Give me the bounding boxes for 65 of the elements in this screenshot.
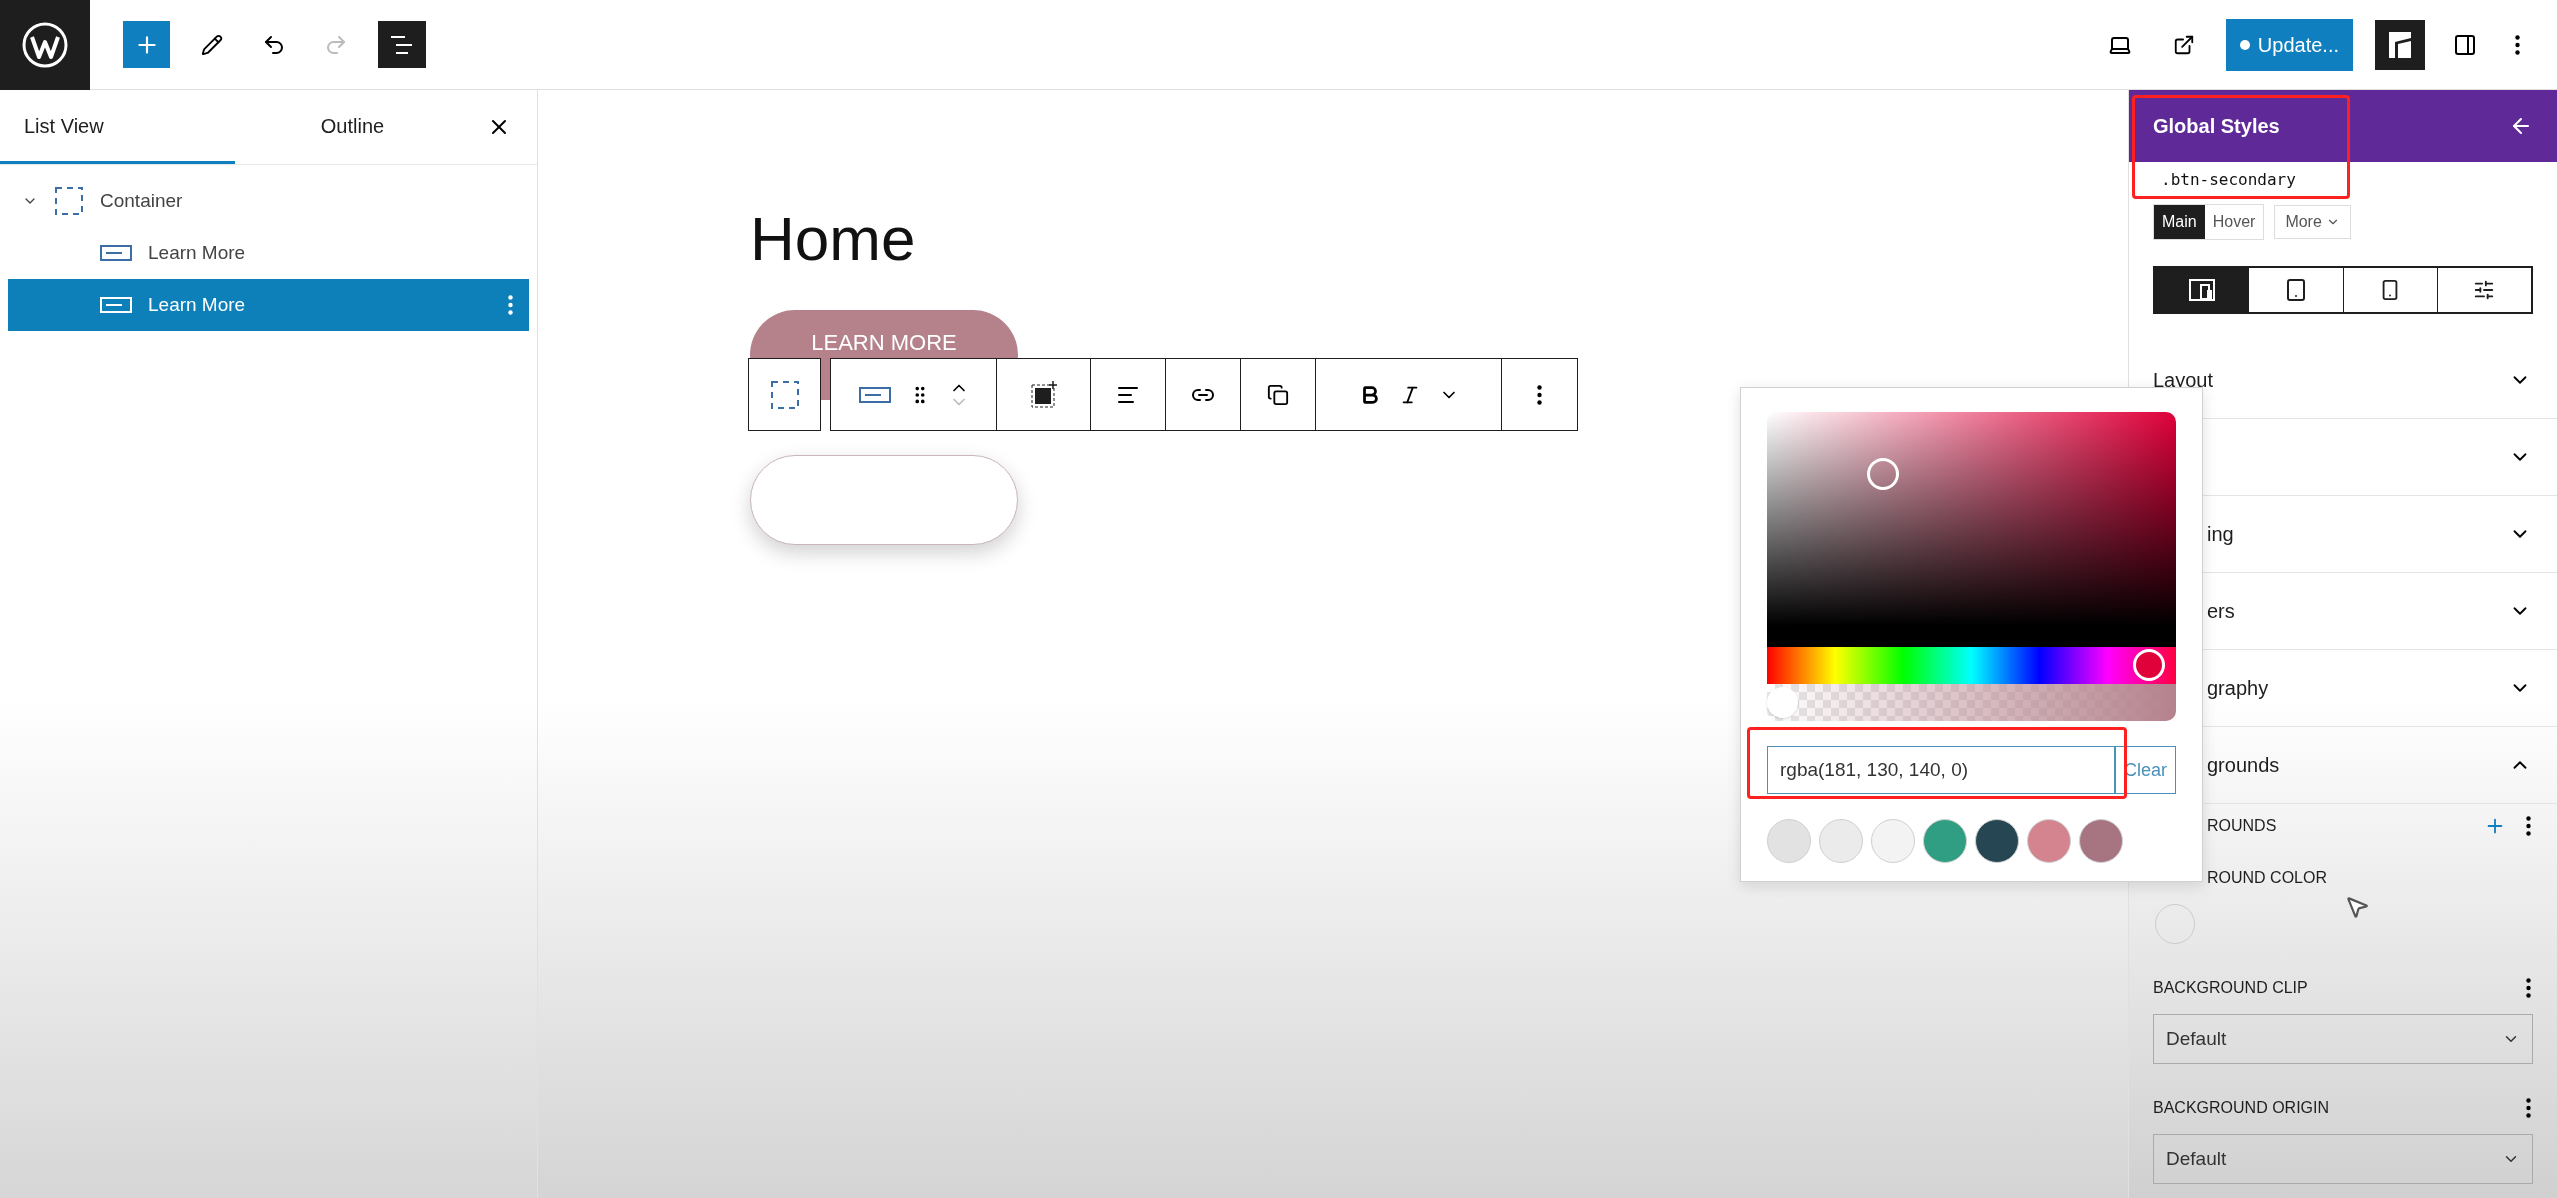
block-name: Learn More <box>148 240 247 265</box>
section-label: ing <box>2207 522 2234 547</box>
hue-slider[interactable] <box>1767 647 2176 684</box>
list-view-item[interactable]: Container <box>8 175 529 227</box>
field-label: ROUND COLOR <box>2207 869 2327 886</box>
list-view-button[interactable] <box>378 21 426 68</box>
color-swatch[interactable] <box>1819 819 1863 863</box>
panel-tab[interactable]: Outline <box>235 90 470 164</box>
wordpress-icon <box>22 21 68 68</box>
section-label: graphy <box>2207 676 2269 701</box>
wordpress-logo[interactable] <box>0 0 90 90</box>
kebab-icon[interactable] <box>2526 1098 2531 1118</box>
hue-thumb[interactable] <box>2132 649 2165 681</box>
color-swatch[interactable] <box>2079 819 2123 863</box>
section-label: grounds <box>2207 753 2280 778</box>
css-selector: .btn-secondary <box>2160 169 2296 191</box>
field-label: BACKGROUND ORIGIN <box>2153 1098 2329 1118</box>
block-type-button[interactable] <box>858 385 891 404</box>
more-states-button[interactable]: More <box>2274 205 2351 239</box>
list-view-icon <box>390 33 414 56</box>
button-block-icon <box>100 296 132 314</box>
color-swatch[interactable] <box>2027 819 2071 863</box>
mouse-cursor-icon <box>2344 894 2370 920</box>
kebab-icon <box>2514 34 2520 55</box>
state-tab[interactable]: Main <box>2154 205 2205 239</box>
dashed-square-icon <box>54 186 84 216</box>
sidebar-icon <box>2453 32 2477 57</box>
update-button[interactable]: Update... <box>2225 18 2353 71</box>
sliders-icon <box>2473 279 2496 301</box>
button-block-icon <box>100 244 132 262</box>
group-label: ROUNDS <box>2207 816 2277 836</box>
kebab-icon[interactable] <box>2526 978 2531 998</box>
duplicate-icon[interactable] <box>1267 383 1289 406</box>
color-value-field[interactable]: rgba(181, 130, 140, 0) <box>1767 746 2116 794</box>
alpha-thumb[interactable] <box>1767 687 1798 718</box>
kebab-icon[interactable] <box>2526 816 2531 836</box>
external-link-icon <box>2172 33 2195 56</box>
saturation-area[interactable] <box>1767 412 2176 647</box>
button-block-icon <box>858 385 891 404</box>
kebab-icon[interactable] <box>1537 384 1542 405</box>
alpha-slider[interactable] <box>1767 684 2176 721</box>
list-view-item[interactable]: Learn More <box>8 227 529 279</box>
all-devices-icon <box>2188 277 2215 303</box>
color-pointer-icon[interactable] <box>1867 458 1899 490</box>
block-name: Container <box>100 188 184 213</box>
fill-square-icon[interactable] <box>1028 379 1059 410</box>
color-swatch[interactable] <box>1871 819 1915 863</box>
add-block-button[interactable] <box>123 21 170 68</box>
pencil-icon <box>201 33 223 56</box>
plugin-logo-button[interactable] <box>2375 19 2425 70</box>
device-tab[interactable] <box>2155 268 2250 312</box>
panel-tab[interactable]: List View <box>0 90 235 164</box>
select-field[interactable]: Default <box>2153 1014 2533 1064</box>
list-view-item[interactable]: Learn More <box>8 279 529 331</box>
color-swatch[interactable] <box>1923 819 1967 863</box>
select-field[interactable]: Default <box>2153 1134 2533 1184</box>
section-label: Layout <box>2153 368 2214 393</box>
field-label: BACKGROUND CLIP <box>2153 978 2308 998</box>
color-swatch[interactable] <box>1975 819 2019 863</box>
color-swatch[interactable] <box>1767 819 1811 863</box>
block-name: Learn More <box>148 292 247 317</box>
section-label: ers <box>2207 599 2235 624</box>
page-heading: Home <box>750 208 916 270</box>
dashed-square-icon <box>769 379 800 410</box>
panel-title: Global Styles <box>2153 114 2280 139</box>
